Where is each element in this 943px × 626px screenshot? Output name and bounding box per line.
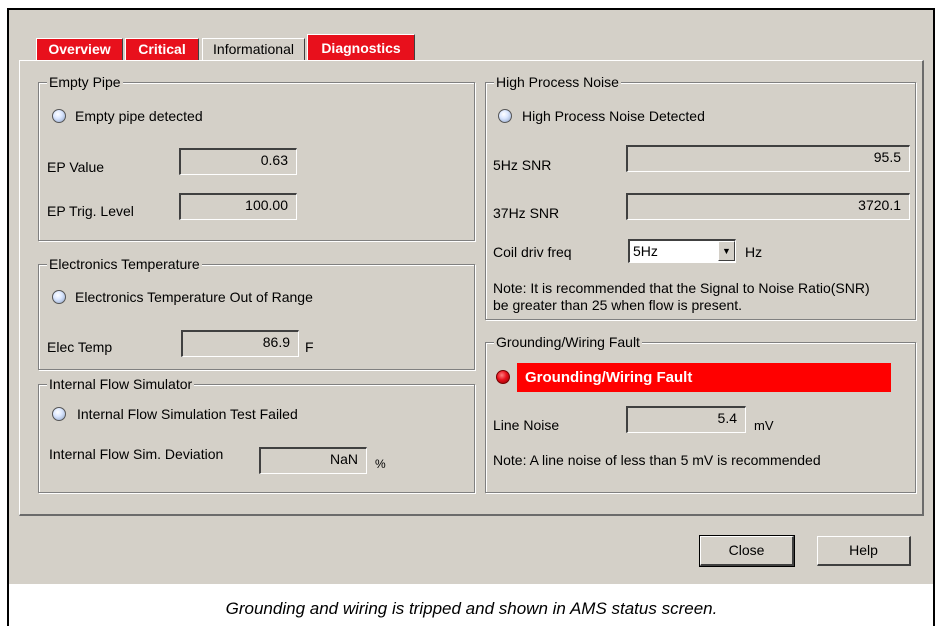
line-noise-note: Note: A line noise of less than 5 mV is … xyxy=(493,452,821,468)
chevron-down-icon[interactable]: ▼ xyxy=(718,241,735,261)
tab-overview[interactable]: Overview xyxy=(36,38,123,60)
snr-37hz-field: 3720.1 xyxy=(626,193,910,220)
line-noise-label: Line Noise xyxy=(493,417,560,433)
line-noise-unit: mV xyxy=(754,418,774,433)
grounding-wiring-fault-title: Grounding/Wiring Fault xyxy=(494,334,642,350)
grounding-fault-alarm-banner: Grounding/Wiring Fault xyxy=(517,363,891,392)
ep-trig-level-field: 100.00 xyxy=(179,193,297,220)
empty-pipe-indicator-label: Empty pipe detected xyxy=(75,108,203,124)
coil-drive-freq-label: Coil driv freq xyxy=(493,244,572,260)
figure-caption: Grounding and wiring is tripped and show… xyxy=(225,599,718,618)
ep-value-field: 0.63 xyxy=(179,148,297,175)
elec-temp-field: 86.9 xyxy=(181,330,299,357)
electronics-temp-indicator-label: Electronics Temperature Out of Range xyxy=(75,289,313,305)
coil-drive-freq-unit: Hz xyxy=(745,244,763,260)
empty-pipe-indicator-icon xyxy=(52,109,66,123)
flow-sim-deviation-label: Internal Flow Sim. Deviation xyxy=(49,446,224,462)
snr-note-line-2: be greater than 25 when flow is present. xyxy=(493,297,743,313)
ep-value-label: EP Value xyxy=(47,159,105,175)
coil-drive-freq-select[interactable]: 5Hz ▼ xyxy=(628,239,736,263)
elec-temp-unit: F xyxy=(305,339,314,355)
tab-informational[interactable]: Informational xyxy=(202,38,305,60)
close-button[interactable]: Close xyxy=(699,535,795,567)
snr-note-line-1: Note: It is recommended that the Signal … xyxy=(493,280,870,296)
empty-pipe-title: Empty Pipe xyxy=(47,74,123,90)
flow-sim-indicator-label: Internal Flow Simulation Test Failed xyxy=(77,406,298,422)
tab-critical[interactable]: Critical xyxy=(125,38,199,60)
snr-5hz-label: 5Hz SNR xyxy=(493,157,552,173)
electronics-temperature-title: Electronics Temperature xyxy=(47,256,202,272)
elec-temp-label: Elec Temp xyxy=(47,339,113,355)
electronics-temp-indicator-icon xyxy=(52,290,66,304)
flow-sim-deviation-unit: % xyxy=(375,457,386,471)
internal-flow-simulator-title: Internal Flow Simulator xyxy=(47,376,195,392)
snr-5hz-field: 95.5 xyxy=(626,145,910,172)
tab-diagnostics[interactable]: Diagnostics xyxy=(307,34,415,61)
snr-37hz-label: 37Hz SNR xyxy=(493,205,560,221)
grounding-fault-indicator-icon xyxy=(496,370,510,384)
high-process-noise-title: High Process Noise xyxy=(494,74,621,90)
process-noise-indicator-icon xyxy=(498,109,512,123)
help-button[interactable]: Help xyxy=(817,536,911,566)
process-noise-indicator-label: High Process Noise Detected xyxy=(522,108,705,124)
flow-sim-indicator-icon xyxy=(52,407,66,421)
line-noise-field: 5.4 xyxy=(626,406,746,433)
flow-sim-deviation-field: NaN xyxy=(259,447,367,474)
internal-flow-simulator-group: Internal Flow Simulator xyxy=(38,376,475,493)
ep-trig-level-label: EP Trig. Level xyxy=(47,203,134,219)
coil-drive-freq-value: 5Hz xyxy=(633,243,658,259)
